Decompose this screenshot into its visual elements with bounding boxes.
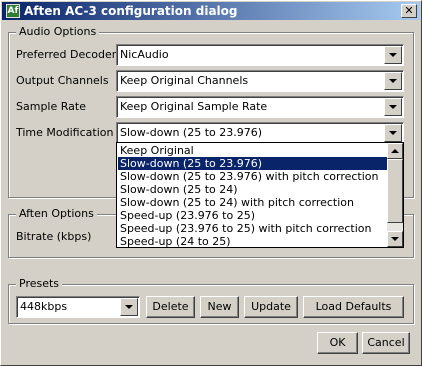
dropdown-option[interactable]: Speed-up (23.976 to 25) with pitch corre… [118,222,387,235]
sample-rate-label: Sample Rate [16,100,86,113]
dropdown-option[interactable]: Speed-up (23.976 to 25) [118,209,387,222]
dropdown-option[interactable]: Slow-down (25 to 24) [118,183,387,196]
close-button[interactable]: ✕ [401,4,417,18]
time-modification-dropdown-button[interactable] [384,124,402,142]
presets-value: 448kbps [20,300,68,313]
cancel-button[interactable]: Cancel [362,332,410,354]
app-icon: Af [6,4,20,18]
audio-options-legend: Audio Options [16,25,100,39]
delete-button[interactable]: Delete [146,296,195,318]
chevron-down-icon [125,305,133,309]
scroll-up-button[interactable] [387,143,403,159]
chevron-up-icon [391,149,399,153]
bitrate-label: Bitrate (kbps) [16,230,92,243]
preferred-decoder-value: NicAudio [120,48,169,61]
dropdown-scrollbar[interactable] [387,143,403,247]
title-bar[interactable]: Af Aften AC-3 configuration dialog ✕ [2,2,420,20]
sample-rate-select[interactable]: Keep Original Sample Rate [116,96,404,118]
ok-button[interactable]: OK [317,332,358,354]
output-channels-value: Keep Original Channels [120,74,249,87]
time-modification-label: Time Modification [16,126,114,139]
presets-dropdown-button[interactable] [120,298,138,316]
preferred-decoder-select[interactable]: NicAudio [116,44,404,66]
chevron-down-icon [389,79,397,83]
sample-rate-value: Keep Original Sample Rate [120,100,268,113]
chevron-down-icon [389,131,397,135]
presets-legend: Presets [16,277,63,291]
presets-select[interactable]: 448kbps [16,296,140,318]
time-modification-dropdown-list[interactable]: Keep Original Slow-down (25 to 23.976) Slo… [116,142,404,248]
close-icon: ✕ [404,4,414,17]
load-defaults-button[interactable]: Load Defaults [303,296,404,318]
preferred-decoder-label: Preferred Decoder [16,48,117,61]
update-button[interactable]: Update [244,296,298,318]
preferred-decoder-dropdown-button[interactable] [384,46,402,64]
aften-options-legend: Aften Options [16,207,97,221]
dropdown-option[interactable]: Slow-down (25 to 23.976) with pitch corr… [118,170,387,183]
output-channels-label: Output Channels [16,74,109,87]
window-title: Aften AC-3 configuration dialog [24,4,238,18]
dropdown-option[interactable]: Slow-down (25 to 24) with pitch correcti… [118,196,387,209]
scroll-thumb[interactable] [387,159,403,223]
chevron-down-icon [391,237,399,241]
sample-rate-dropdown-button[interactable] [384,98,402,116]
chevron-down-icon [389,105,397,109]
output-channels-select[interactable]: Keep Original Channels [116,70,404,92]
time-modification-value: Slow-down (25 to 23.976) [120,126,263,139]
new-button[interactable]: New [200,296,239,318]
chevron-down-icon [389,53,397,57]
dropdown-option[interactable]: Keep Original [118,144,387,157]
output-channels-dropdown-button[interactable] [384,72,402,90]
dropdown-option[interactable]: Speed-up (24 to 25) [118,235,387,248]
dropdown-option[interactable]: Slow-down (25 to 23.976) [118,157,387,170]
time-modification-select[interactable]: Slow-down (25 to 23.976) [116,122,404,144]
scroll-down-button[interactable] [387,231,403,247]
